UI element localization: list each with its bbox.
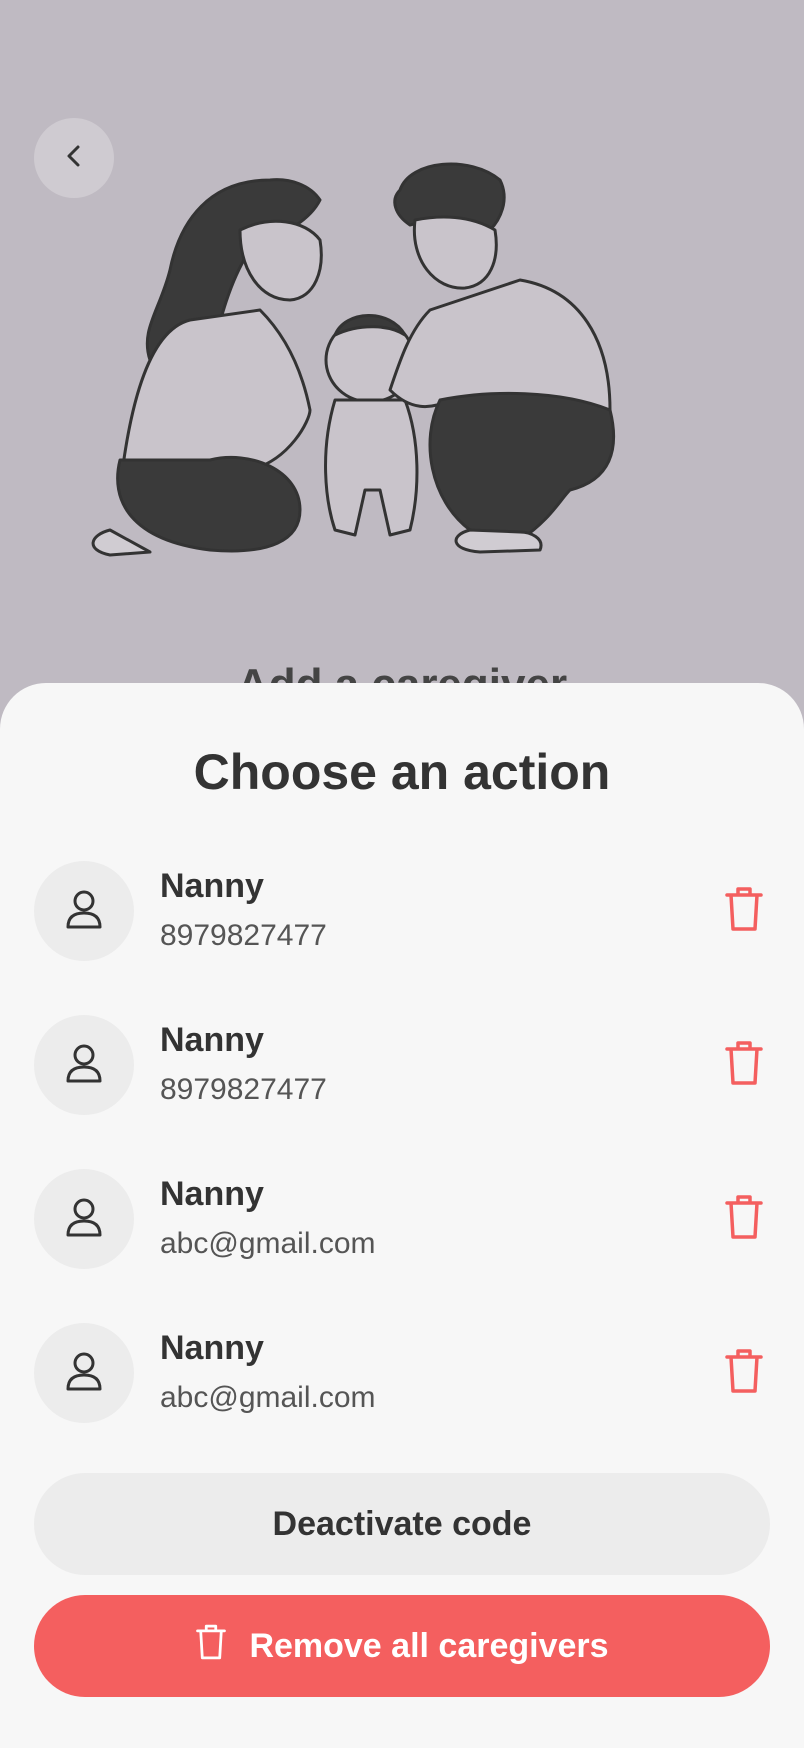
sheet-title: Choose an action [193, 744, 611, 800]
caregiver-row[interactable]: Nanny abc@gmail.com [34, 1169, 770, 1269]
caregiver-contact: abc@gmail.com [160, 1227, 376, 1260]
caregiver-name: Nanny [160, 1021, 264, 1059]
delete-caregiver-button[interactable] [718, 885, 770, 937]
trash-icon [724, 1039, 764, 1092]
avatar [34, 1015, 134, 1115]
trash-icon [724, 1193, 764, 1246]
delete-caregiver-button[interactable] [718, 1347, 770, 1399]
remove-all-caregivers-label: Remove all caregivers [249, 1626, 609, 1665]
caregiver-contact: 8979827477 [160, 1073, 327, 1106]
user-icon [64, 1349, 104, 1398]
caregiver-name: Nanny [160, 1175, 264, 1213]
deactivate-code-button[interactable]: Deactivate code [34, 1473, 770, 1575]
remove-all-caregivers-button[interactable]: Remove all caregivers [34, 1595, 770, 1697]
caregiver-name: Nanny [160, 867, 264, 905]
avatar [34, 861, 134, 961]
caregiver-row[interactable]: Nanny 8979827477 [34, 1015, 770, 1115]
caregiver-name: Nanny [160, 1329, 264, 1367]
family-illustration [91, 162, 616, 557]
caregiver-contact: abc@gmail.com [160, 1381, 376, 1414]
caregiver-row[interactable]: Nanny abc@gmail.com [34, 1323, 770, 1423]
deactivate-code-label: Deactivate code [272, 1504, 532, 1543]
user-icon [64, 1195, 104, 1244]
trash-icon [724, 885, 764, 938]
avatar [34, 1323, 134, 1423]
delete-caregiver-button[interactable] [718, 1193, 770, 1245]
action-sheet: Choose an action Nanny 8979827477 Nanny … [0, 683, 804, 1748]
caregiver-row[interactable]: Nanny 8979827477 [34, 861, 770, 961]
caregiver-contact: 8979827477 [160, 919, 327, 952]
delete-caregiver-button[interactable] [718, 1039, 770, 1091]
avatar [34, 1169, 134, 1269]
screen: Add a caregiver Choose an action Nanny 8… [0, 0, 804, 1748]
user-icon [64, 1041, 104, 1090]
user-icon [64, 887, 104, 936]
trash-icon [195, 1623, 227, 1670]
chevron-left-icon [59, 141, 89, 176]
trash-icon [724, 1347, 764, 1400]
